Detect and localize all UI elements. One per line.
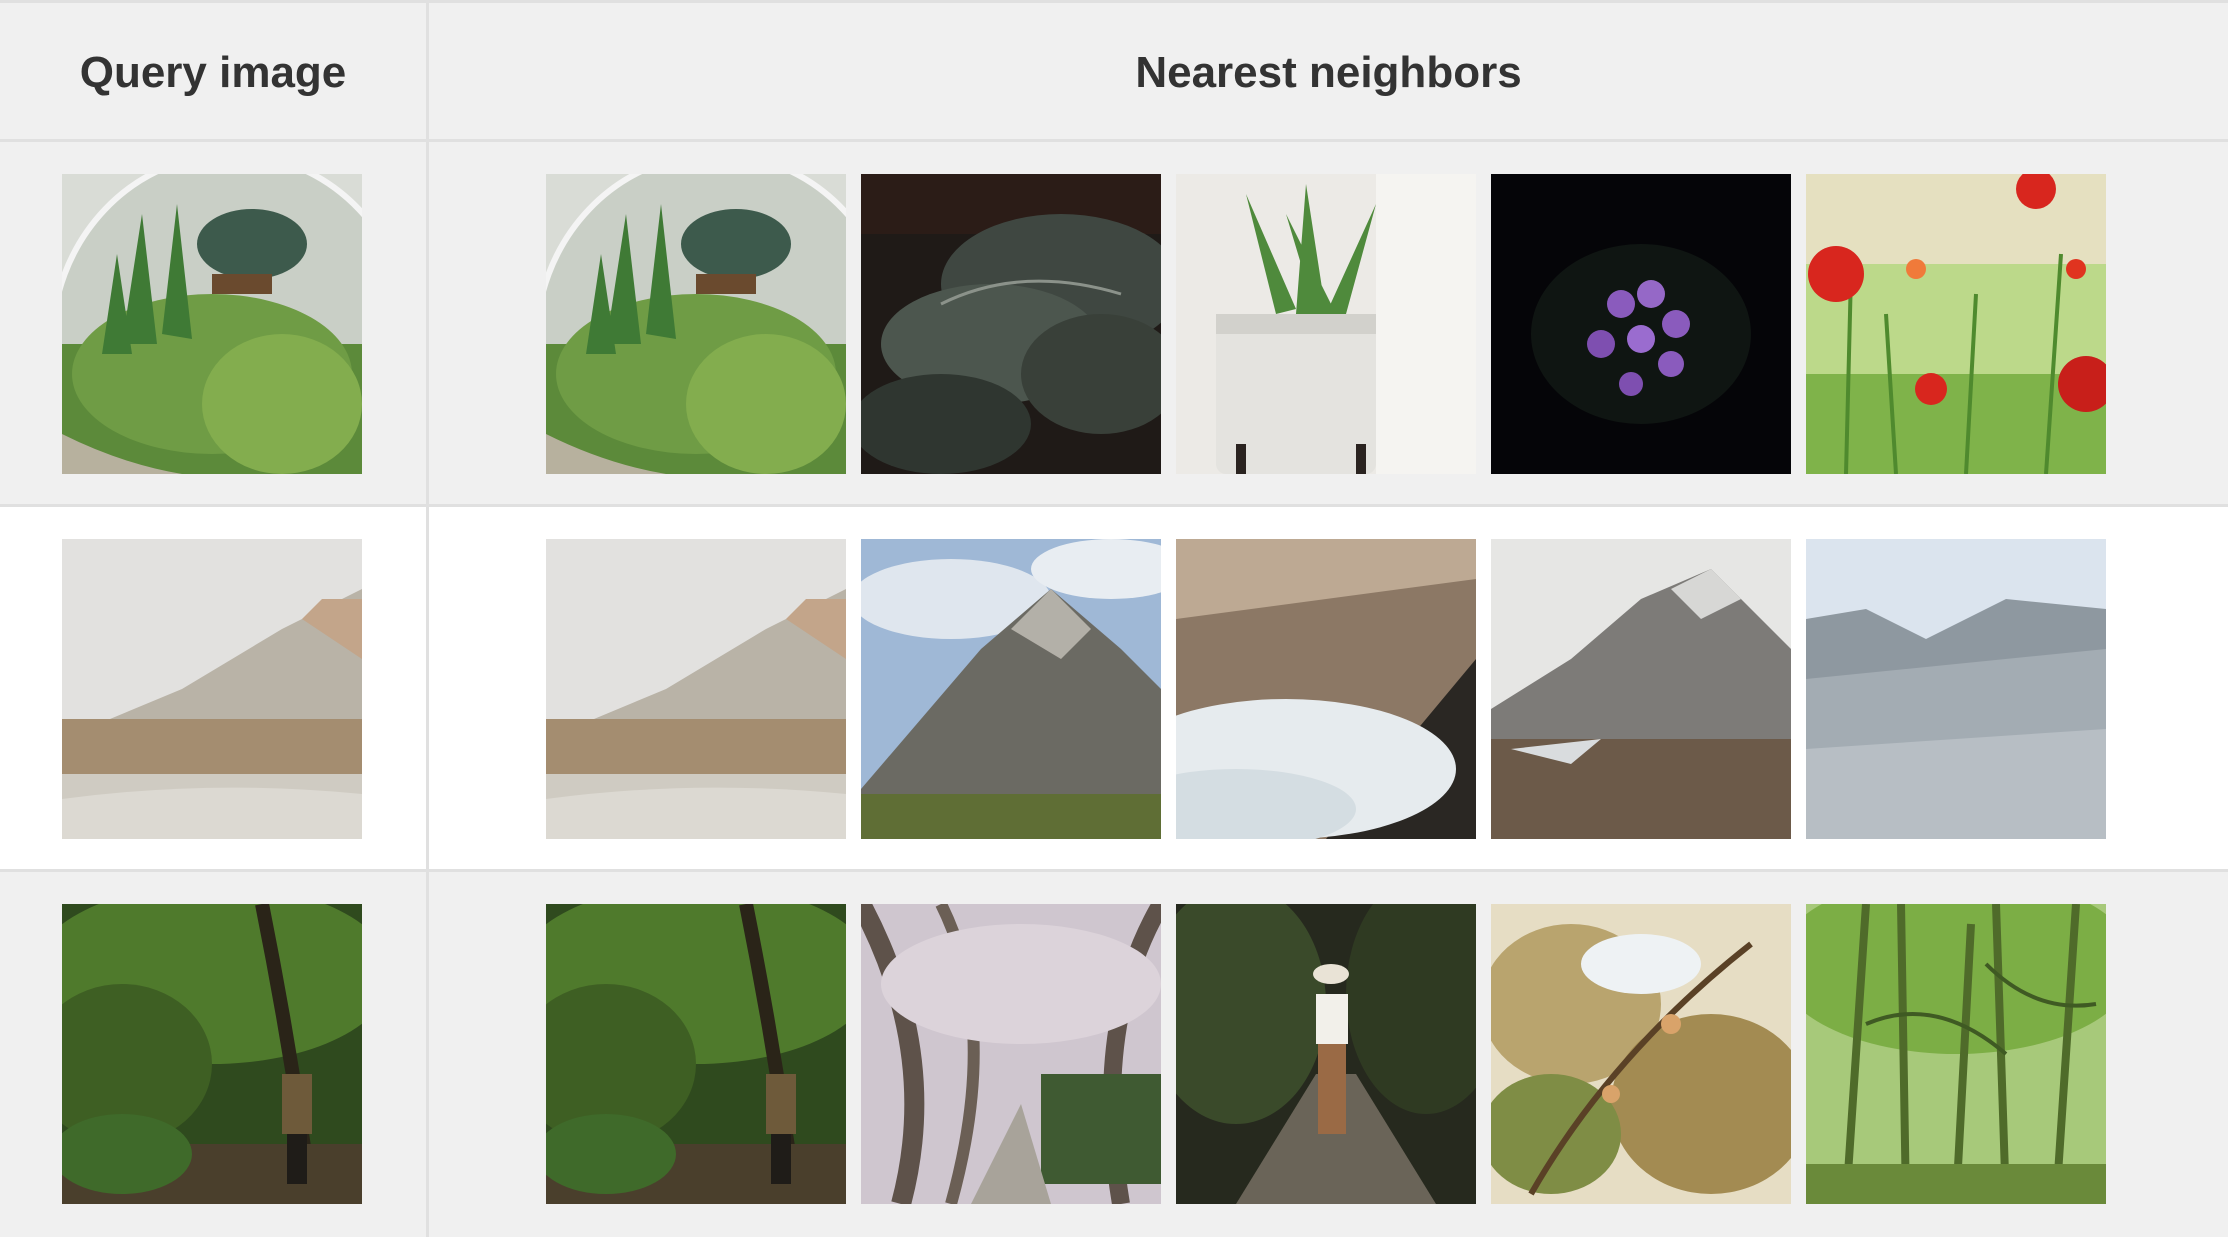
results-table: Query image Nearest neighbors bbox=[0, 0, 2228, 1237]
column-divider bbox=[426, 3, 429, 1237]
snowy-cliff-fog-photo bbox=[62, 539, 362, 839]
table-row bbox=[0, 142, 2228, 507]
person-in-forest-photo bbox=[62, 904, 362, 1204]
snow-covered-forest-slope-photo bbox=[1806, 539, 2106, 839]
misty-forested-valley-photo bbox=[1176, 539, 1476, 839]
terrarium-succulent-photo bbox=[546, 174, 846, 474]
bamboo-forest-photo bbox=[1806, 904, 2106, 1204]
purple-violet-flowers-photo bbox=[1491, 174, 1791, 474]
mountain-peak-blue-sky-photo bbox=[861, 539, 1161, 839]
query-image-header: Query image bbox=[79, 47, 347, 97]
snowy-rocky-peaks-photo bbox=[1491, 539, 1791, 839]
person-in-forest-photo bbox=[546, 904, 846, 1204]
woman-walking-forest-path-photo bbox=[1176, 904, 1476, 1204]
red-poppies-field-photo bbox=[1806, 174, 2106, 474]
dark-foliage-photo bbox=[861, 174, 1161, 474]
table-row bbox=[0, 872, 2228, 1237]
terrarium-succulent-photo bbox=[62, 174, 362, 474]
nearest-neighbors-header: Nearest neighbors bbox=[1135, 47, 1522, 97]
table-header-row: Query image Nearest neighbors bbox=[0, 3, 2228, 142]
snowy-cliff-fog-photo bbox=[546, 539, 846, 839]
table-row bbox=[0, 507, 2228, 872]
tree-tunnel-path-photo bbox=[861, 904, 1161, 1204]
potted-snake-plant-photo bbox=[1176, 174, 1476, 474]
blossoming-branches-photo bbox=[1491, 904, 1791, 1204]
